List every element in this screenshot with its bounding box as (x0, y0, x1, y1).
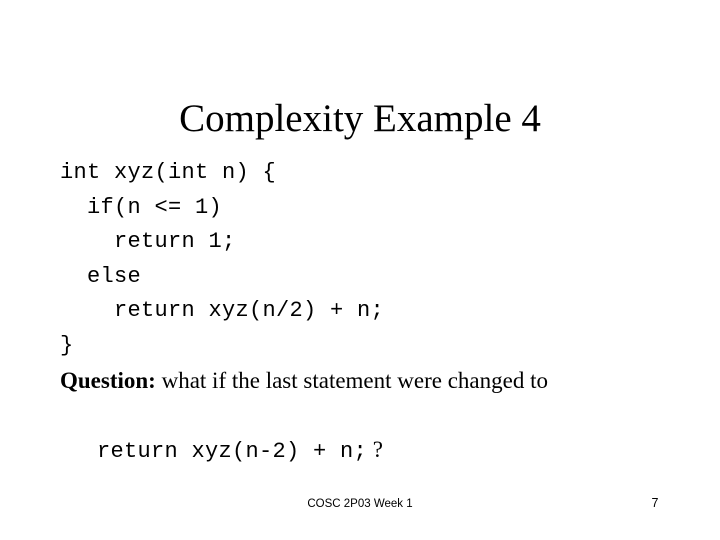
alternate-code-text: return xyz(n-2) + n; (97, 438, 368, 464)
question-mark: ? (367, 436, 384, 462)
page-title: Complexity Example 4 (179, 97, 541, 141)
slide-body: int xyz(int n) { if(n <= 1) return 1; el… (60, 156, 700, 505)
question-line: Question: what if the last statement wer… (60, 364, 700, 399)
question-text: what if the last statement were changed … (155, 367, 548, 393)
code-line-6: } (60, 332, 74, 358)
code-line-1: int xyz(int n) { (60, 160, 277, 185)
alternate-code-line: return xyz(n-2) + n; ? (60, 398, 700, 505)
code-line-2: if(n <= 1) (60, 194, 223, 220)
code-line-3: return 1; (60, 229, 236, 255)
slide-canvas: Complexity Example 4 int xyz(int n) { if… (0, 0, 720, 540)
footer-page-number: 7 (651, 496, 659, 510)
code-line-5: return xyz(n/2) + n; (60, 298, 385, 324)
footer-course-label: COSC 2P03 Week 1 (307, 498, 413, 510)
code-line-4: else (60, 263, 142, 289)
question-label: Question: (60, 367, 156, 393)
